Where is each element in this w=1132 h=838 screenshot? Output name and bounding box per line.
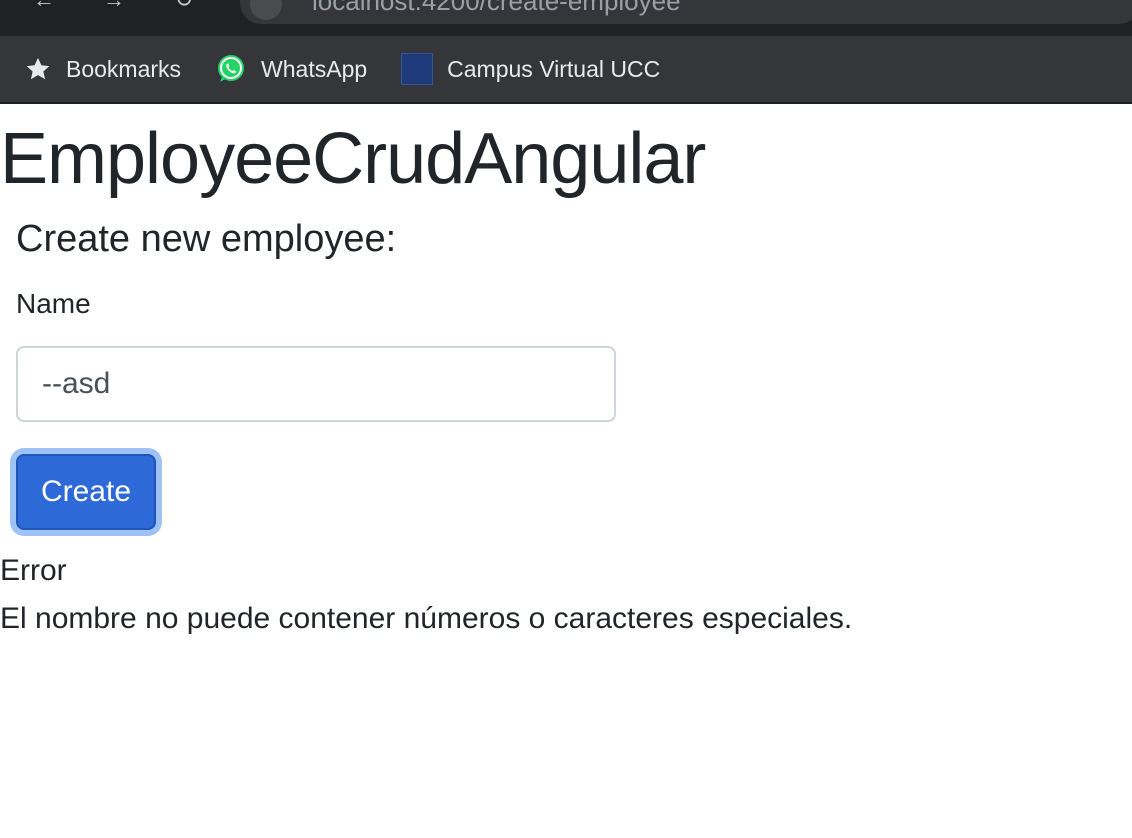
name-label: Name xyxy=(16,288,91,319)
campus-virtual-favicon xyxy=(401,53,434,85)
bookmark-label: Bookmarks xyxy=(66,55,182,82)
whatsapp-icon xyxy=(215,53,247,85)
forward-arrow-icon[interactable]: → xyxy=(100,0,128,14)
bookmark-campus-virtual[interactable]: Campus Virtual UCC xyxy=(401,53,660,85)
star-icon xyxy=(24,55,52,83)
error-title: Error xyxy=(0,554,67,587)
bookmark-label: Campus Virtual UCC xyxy=(447,55,661,82)
back-arrow-icon[interactable]: ← xyxy=(30,0,58,14)
error-message: El nombre no puede contener números o ca… xyxy=(0,602,853,635)
app-title: EmployeeCrudAngular xyxy=(0,119,706,199)
create-button[interactable]: Create xyxy=(16,454,156,530)
browser-toolbar: ← → ↻ localhost:4200/create-employee xyxy=(0,0,1132,36)
name-input[interactable] xyxy=(16,346,616,422)
reload-icon[interactable]: ↻ xyxy=(170,0,198,14)
form-title: Create new employee: xyxy=(16,218,397,260)
create-employee-form: Create new employee: Name Create xyxy=(16,218,616,530)
site-info-icon[interactable] xyxy=(250,0,282,20)
bookmark-bookmarks[interactable]: Bookmarks xyxy=(24,55,181,83)
address-bar[interactable]: localhost:4200/create-employee xyxy=(240,0,1132,24)
address-bar-url[interactable]: localhost:4200/create-employee xyxy=(312,0,681,17)
bookmarks-bar: Bookmarks WhatsApp Campus Virtual UCC xyxy=(0,36,1132,104)
bookmark-label: WhatsApp xyxy=(261,55,368,82)
bookmark-whatsapp[interactable]: WhatsApp xyxy=(215,53,367,85)
